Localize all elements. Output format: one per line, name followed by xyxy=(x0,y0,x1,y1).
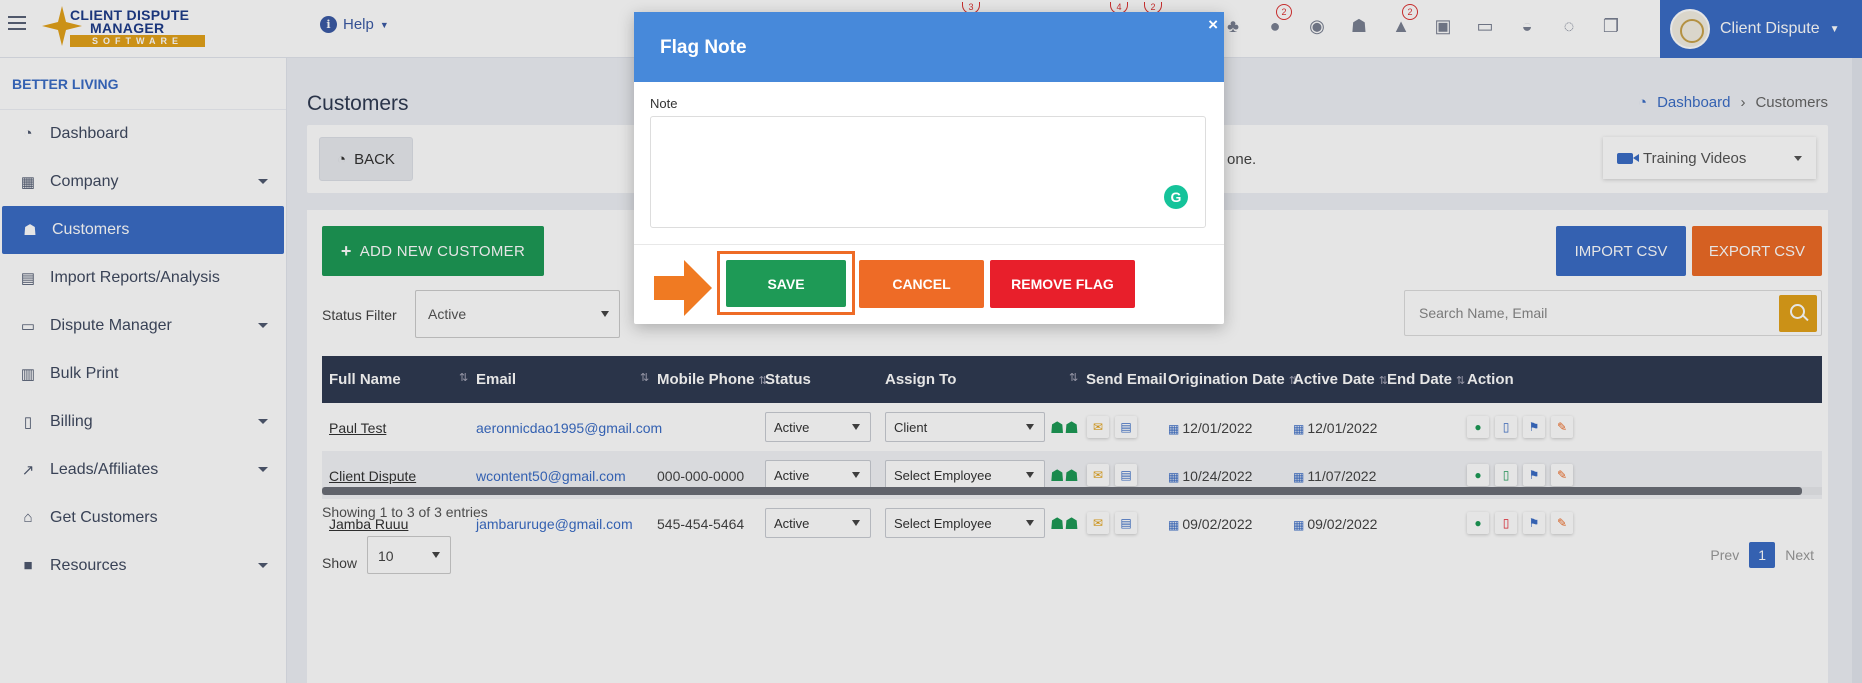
pointer-arrow-icon xyxy=(654,260,712,316)
modal-title: Flag Note xyxy=(660,37,747,58)
remove-flag-button[interactable]: REMOVE FLAG xyxy=(990,260,1135,308)
flag-note-modal: Flag Note × Note G SAVE CANCEL REMOVE FL… xyxy=(634,12,1224,324)
note-label: Note xyxy=(650,96,678,111)
close-icon[interactable]: × xyxy=(1208,15,1218,35)
save-button[interactable]: SAVE xyxy=(726,260,846,307)
note-textarea[interactable] xyxy=(650,116,1206,228)
cancel-button[interactable]: CANCEL xyxy=(859,260,984,308)
modal-header: Flag Note × xyxy=(634,12,1224,82)
divider xyxy=(634,244,1224,245)
grammarly-icon[interactable]: G xyxy=(1164,185,1188,209)
